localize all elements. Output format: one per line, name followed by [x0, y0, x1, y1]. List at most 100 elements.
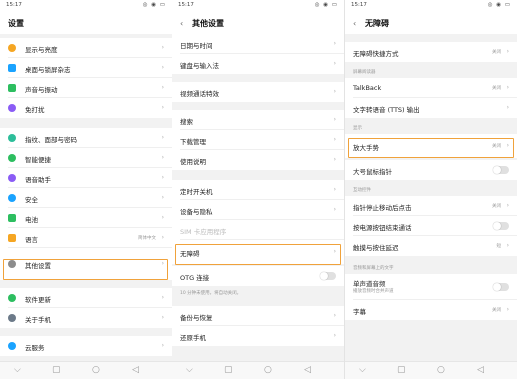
chevron-right-icon: ›	[161, 154, 164, 161]
status-time: 15:17	[6, 2, 22, 8]
status-time: 15:17	[351, 2, 367, 8]
chevron-right-icon: ›	[333, 60, 336, 67]
settings-item-label: 下载管理	[180, 138, 206, 146]
settings-item-fingerprint[interactable]: 指纹、面部与密码 ›	[0, 128, 172, 148]
settings-item-label: 语言	[25, 236, 38, 244]
settings-item-update[interactable]: 软件更新 ›	[0, 288, 172, 308]
home-icon[interactable]: ○	[437, 365, 445, 375]
settings-item-backup[interactable]: 备份与恢复 ›	[172, 306, 344, 326]
chevron-right-icon: ›	[506, 242, 509, 249]
page-title: 无障碍	[365, 19, 389, 28]
otg-note: 10 分钟未使用，将自动关闭。	[180, 291, 242, 296]
home-icon[interactable]: ○	[264, 365, 272, 375]
settings-item-cloud[interactable]: 云服务 ›	[0, 336, 172, 356]
back-arrow-icon[interactable]: ‹	[353, 19, 356, 28]
status-value: 关闭	[492, 50, 501, 55]
status-bar: 15:17 ◎ ◉ ▭	[345, 0, 517, 12]
settings-item-captions[interactable]: 字幕 关闭 ›	[345, 300, 517, 320]
settings-item-talkback[interactable]: TalkBack 关闭 ›	[345, 78, 517, 98]
power-ends-call-toggle[interactable]	[493, 222, 509, 230]
back-icon[interactable]: ◁	[132, 365, 139, 375]
shield-icon	[8, 194, 16, 202]
menu-icon[interactable]: ⌵	[14, 365, 21, 375]
settings-item-otg[interactable]: OTG 连接	[172, 266, 344, 286]
settings-item-label: 文字转语音 (TTS) 输出	[353, 106, 420, 114]
settings-item-accessibility-shortcut[interactable]: 无障碍快捷方式 关闭 ›	[345, 42, 517, 62]
settings-item-security[interactable]: 安全 ›	[0, 188, 172, 208]
back-icon[interactable]: ◁	[304, 365, 311, 375]
settings-item-keyboard[interactable]: 键盘与输入法 ›	[172, 54, 344, 74]
settings-item-mono-audio[interactable]: 单声道音频 播放音频时合并声道	[345, 274, 517, 300]
settings-item-battery[interactable]: 电池 ›	[0, 208, 172, 228]
chevron-right-icon: ›	[161, 314, 164, 321]
chevron-right-icon: ›	[506, 202, 509, 209]
settings-item-smart[interactable]: 智能便捷 ›	[0, 148, 172, 168]
settings-item-search[interactable]: 搜索 ›	[172, 110, 344, 130]
accessibility-screen: 15:17 ◎ ◉ ▭ ‹ 无障碍 无障碍快捷方式 关闭 › 屏幕阅读器 Tal…	[345, 0, 517, 379]
settings-item-about[interactable]: 关于手机 ›	[0, 308, 172, 328]
settings-item-display[interactable]: 显示与亮度 ›	[0, 38, 172, 58]
chevron-right-icon: ›	[333, 116, 336, 123]
status-icons: ◎ ◉ ▭	[142, 2, 166, 8]
settings-item-schedule-power[interactable]: 定时开关机 ›	[172, 180, 344, 200]
recents-icon[interactable]: ▢	[397, 365, 406, 375]
settings-item-touch-delay[interactable]: 触摸与按住延迟 短 ›	[345, 236, 517, 256]
chevron-right-icon: ›	[333, 40, 336, 47]
cloud-icon	[8, 342, 16, 350]
settings-item-desktop[interactable]: 桌面与锁屏杂志 ›	[0, 58, 172, 78]
settings-item-label: 桌面与锁屏杂志	[25, 66, 71, 74]
smart-icon	[8, 154, 16, 162]
settings-item-label: 日期与时间	[180, 42, 213, 50]
section-header: 音频和屏幕上的文字	[353, 266, 394, 271]
chevron-right-icon: ›	[161, 194, 164, 201]
chevron-right-icon: ›	[333, 156, 336, 163]
large-pointer-toggle[interactable]	[493, 166, 509, 174]
battery-icon	[8, 214, 16, 222]
settings-item-label: 指针停止移动后点击	[353, 204, 412, 212]
selection-highlight	[3, 259, 168, 280]
back-arrow-icon[interactable]: ‹	[180, 19, 183, 28]
recents-icon[interactable]: ▢	[224, 365, 233, 375]
chevron-right-icon: ›	[333, 186, 336, 193]
mono-audio-toggle[interactable]	[493, 283, 509, 291]
chevron-right-icon: ›	[506, 48, 509, 55]
settings-item-sound[interactable]: 声音与振动 ›	[0, 78, 172, 98]
settings-item-datetime[interactable]: 日期与时间 ›	[172, 34, 344, 54]
recents-icon[interactable]: ▢	[52, 365, 61, 375]
back-icon[interactable]: ◁	[477, 365, 484, 375]
home-icon[interactable]: ○	[92, 365, 100, 375]
settings-item-dwell-click[interactable]: 指针停止移动后点击 关闭 ›	[345, 196, 517, 216]
settings-item-device-privacy[interactable]: 设备与隐私 ›	[172, 200, 344, 220]
settings-item-label: 字幕	[353, 308, 366, 316]
settings-item-label: 大号鼠标指针	[353, 168, 392, 176]
settings-item-reset[interactable]: 还原手机 ›	[172, 326, 344, 346]
status-value: 关闭	[492, 308, 501, 313]
settings-item-language[interactable]: 语言 简体中文 ›	[0, 228, 172, 248]
settings-item-power-ends-call[interactable]: 按电源按钮结束通话	[345, 216, 517, 236]
status-icons: ◎ ◉ ▭	[487, 2, 511, 8]
page-header: ‹ 其他设置	[172, 12, 344, 34]
settings-item-label: 单声道音频	[353, 280, 386, 288]
settings-item-large-pointer[interactable]: 大号鼠标指针	[345, 160, 517, 180]
settings-item-voice[interactable]: 语音助手 ›	[0, 168, 172, 188]
menu-icon[interactable]: ⌵	[359, 365, 366, 375]
language-icon	[8, 234, 16, 242]
chevron-right-icon: ›	[161, 234, 164, 241]
settings-item-label: 关于手机	[25, 316, 51, 324]
chevron-right-icon: ›	[506, 84, 509, 91]
section-header: 互动控件	[353, 188, 371, 193]
settings-item-label: 安全	[25, 196, 38, 204]
settings-item-label: 智能便捷	[25, 156, 51, 164]
menu-icon[interactable]: ⌵	[186, 365, 193, 375]
moon-icon	[8, 104, 16, 112]
settings-item-downloads[interactable]: 下载管理 ›	[172, 130, 344, 150]
settings-item-manual[interactable]: 使用说明 ›	[172, 150, 344, 170]
settings-item-tts[interactable]: 文字转语音 (TTS) 输出 ›	[345, 98, 517, 118]
settings-item-sim-apps: SIM 卡应用程序	[172, 220, 344, 240]
chevron-right-icon: ›	[161, 134, 164, 141]
settings-item-video-effects[interactable]: 视频通话特效 ›	[172, 82, 344, 102]
settings-item-label: 触摸与按住延迟	[353, 244, 399, 252]
fingerprint-icon	[8, 134, 16, 142]
otg-toggle[interactable]	[320, 272, 336, 280]
settings-item-dnd[interactable]: 免打扰 ›	[0, 98, 172, 118]
